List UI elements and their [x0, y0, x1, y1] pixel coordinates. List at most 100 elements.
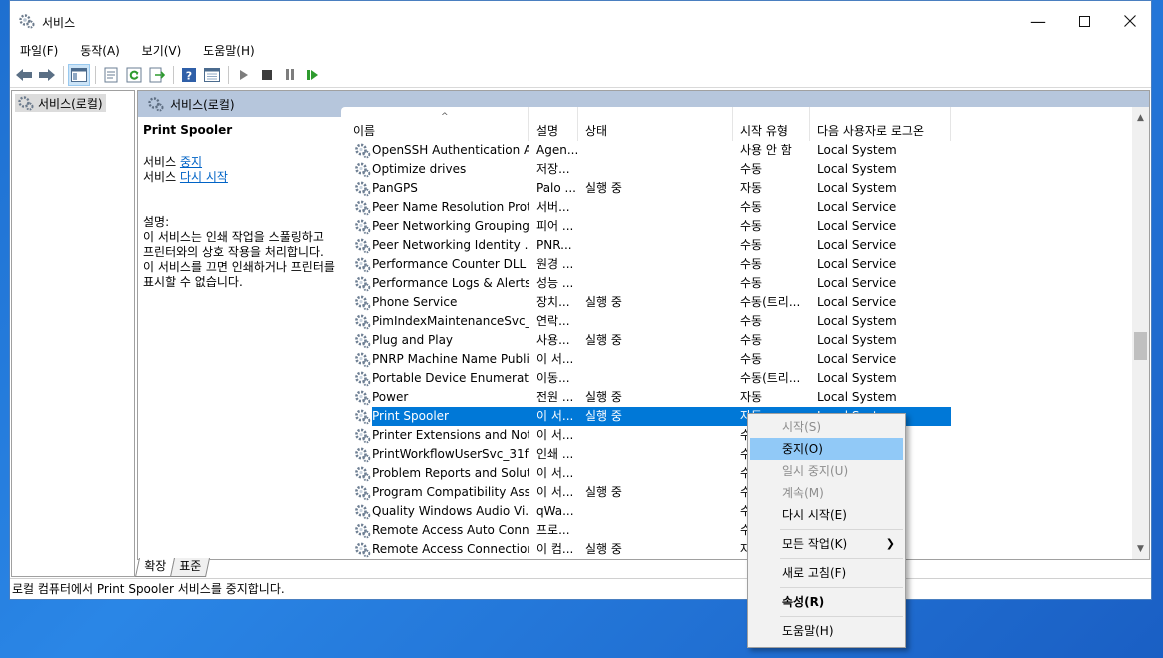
table-row[interactable]: Power 전원 ... 실행 중 자동 Local System	[341, 388, 1133, 407]
column-header-name[interactable]: 이름 ^	[341, 107, 529, 141]
tab-standard[interactable]: 표준	[170, 558, 211, 577]
export-button[interactable]	[146, 64, 168, 86]
services-gear-icon	[148, 97, 164, 112]
cell-desc: PNR...	[536, 238, 572, 252]
table-row[interactable]: PanGPS Palo ... 실행 중 자동 Local System	[341, 179, 1133, 198]
start-service-button[interactable]	[233, 64, 255, 86]
context-menu-item[interactable]: 시작(S)	[748, 416, 905, 438]
cell-desc: 피어 ...	[536, 219, 574, 233]
cell-start: 자동	[740, 181, 763, 195]
table-row[interactable]: Portable Device Enumerato... 이동... 수동(트리..…	[341, 369, 1133, 388]
service-gear-icon	[354, 199, 371, 216]
tree-item-services-local[interactable]: 서비스(로컬)	[15, 94, 106, 112]
table-row[interactable]: OpenSSH Authentication A... Agen... 사용 안 함…	[341, 141, 1133, 160]
view-button[interactable]	[201, 64, 223, 86]
cell-desc: 프로...	[536, 523, 570, 537]
properties-button[interactable]	[100, 64, 122, 86]
column-header-startup-type[interactable]: 시작 유형	[733, 107, 810, 141]
table-row[interactable]: Printer Extensions and Noti...이 서...수	[341, 426, 1133, 445]
list-rows: OpenSSH Authentication A... Agen... 사용 안 함…	[341, 141, 1133, 559]
cell-status	[585, 369, 733, 388]
context-menu-item[interactable]: 속성(R)	[748, 591, 905, 613]
cell-name: Performance Counter DLL ...	[372, 257, 529, 271]
vertical-scrollbar[interactable]: ▲ ▼	[1132, 107, 1149, 559]
table-row[interactable]: Problem Reports and Solut... 이 서... 수	[341, 464, 1133, 483]
tab-extended[interactable]: 확장	[134, 558, 176, 577]
back-button[interactable]	[13, 64, 35, 86]
context-menu-item[interactable]: 도움말(H)	[748, 620, 905, 642]
context-menu-item[interactable]: 다시 시작(E)	[748, 504, 905, 526]
console-tree: 서비스(로컬)	[11, 90, 135, 577]
services-app-icon	[19, 14, 35, 29]
cell-name: Problem Reports and Solut...	[372, 466, 529, 480]
help-button[interactable]: ?	[178, 64, 200, 86]
cell-logon: Local System	[817, 143, 897, 157]
table-row[interactable]: Remote Access Auto Conn... 프로... 수	[341, 521, 1133, 540]
description-panel: Print Spooler 서비스 중지 서비스 다시 시작 설명: 이 서비스…	[138, 117, 341, 559]
cell-start: 수동	[740, 200, 763, 214]
menu-action[interactable]: 동작(A)	[70, 41, 128, 61]
context-menu-item[interactable]: 모든 작업(K) ❯	[748, 533, 905, 555]
cell-status: 실행 중	[585, 295, 622, 309]
table-row[interactable]: PimIndexMaintenanceSvc_... 연락... 수동 Local S…	[341, 312, 1133, 331]
context-menu-item[interactable]: 일시 중지(U)	[748, 460, 905, 482]
table-row[interactable]: PNRP Machine Name Publi... 이 서... 수동 Local …	[341, 350, 1133, 369]
cell-name: OpenSSH Authentication A...	[372, 143, 529, 157]
toolbar-separator	[173, 65, 174, 84]
cell-desc: 연락...	[536, 314, 570, 328]
table-row[interactable]: Performance Logs & Alerts 성능 ... 수동 Local S…	[341, 274, 1133, 293]
close-button[interactable]	[1107, 1, 1153, 41]
cell-status: 실행 중	[585, 333, 622, 347]
cell-name: Portable Device Enumerato...	[372, 371, 529, 385]
table-row[interactable]: PrintWorkflowUserSvc_31f39 인쇄 ... 수	[341, 445, 1133, 464]
pause-service-icon	[286, 69, 294, 80]
context-menu-item[interactable]: 새로 고침(F)	[748, 562, 905, 584]
scroll-up-icon[interactable]: ▲	[1132, 109, 1149, 126]
table-row[interactable]: Performance Counter DLL ... 원경 ... 수동 Local…	[341, 255, 1133, 274]
menu-file[interactable]: 파일(F)	[10, 41, 66, 61]
stop-service-button[interactable]	[256, 64, 278, 86]
service-gear-icon	[354, 218, 371, 235]
table-row[interactable]: Phone Service 장치... 실행 중 수동(트리... Local Serv…	[341, 293, 1133, 312]
cell-desc: 이 서...	[536, 409, 574, 423]
cell-name: Program Compatibility Assi...	[372, 485, 529, 499]
cell-status	[585, 236, 733, 255]
table-row[interactable]: Quality Windows Audio Vi... qWa... 수	[341, 502, 1133, 521]
column-header-status[interactable]: 상태	[578, 107, 733, 141]
service-gear-icon	[354, 522, 371, 539]
table-row[interactable]: Program Compatibility Assi... 이 서... 실행 중수	[341, 483, 1133, 502]
console-tree-button[interactable]	[68, 63, 90, 86]
cell-status: 실행 중	[585, 485, 622, 499]
table-row[interactable]: Plug and Play 사용... 실행 중 수동 Local System	[341, 331, 1133, 350]
table-row[interactable]: Remote Access Connection... 이 컴... 실행 중자	[341, 540, 1133, 559]
column-header-log-on-as[interactable]: 다음 사용자로 로그온	[810, 107, 951, 141]
maximize-button[interactable]	[1061, 1, 1107, 41]
minimize-button[interactable]: —	[1015, 1, 1061, 41]
table-row[interactable]: Peer Name Resolution Prot... 서버... 수동 Local…	[341, 198, 1133, 217]
column-header-description[interactable]: 설명	[529, 107, 578, 141]
menu-help[interactable]: 도움말(H)	[193, 41, 263, 61]
scrollbar-thumb[interactable]	[1134, 332, 1147, 360]
context-menu-item[interactable]: 중지(O)	[750, 438, 903, 460]
stop-service-link[interactable]: 중지	[180, 155, 202, 169]
cell-desc: 저장...	[536, 162, 570, 176]
refresh-button[interactable]	[123, 64, 145, 86]
service-gear-icon	[354, 313, 371, 330]
table-row[interactable]: Peer Networking Identity ... PNR... 수동 Loca…	[341, 236, 1133, 255]
title-bar: 서비스 —	[10, 1, 1151, 41]
resume-service-button[interactable]	[302, 64, 324, 86]
table-row[interactable]: Peer Networking Grouping 피어 ... 수동 Local Se…	[341, 217, 1133, 236]
pause-service-button[interactable]	[279, 64, 301, 86]
service-gear-icon	[354, 503, 371, 520]
context-menu-item[interactable]: 계속(M)	[748, 482, 905, 504]
table-row[interactable]: Print Spooler이 서...실행 중자동Local System	[341, 407, 1133, 426]
cell-desc: qWa...	[536, 504, 574, 518]
table-row[interactable]: Optimize drives 저장... 수동 Local System	[341, 160, 1133, 179]
menu-view[interactable]: 보기(V)	[132, 41, 190, 61]
scroll-down-icon[interactable]: ▼	[1132, 540, 1149, 557]
stop-action-line: 서비스 중지	[143, 155, 203, 169]
restart-service-link[interactable]: 다시 시작	[180, 170, 228, 184]
cell-desc: 이 컴...	[536, 542, 574, 556]
cell-logon: Local System	[817, 314, 897, 328]
forward-button[interactable]	[36, 64, 58, 86]
